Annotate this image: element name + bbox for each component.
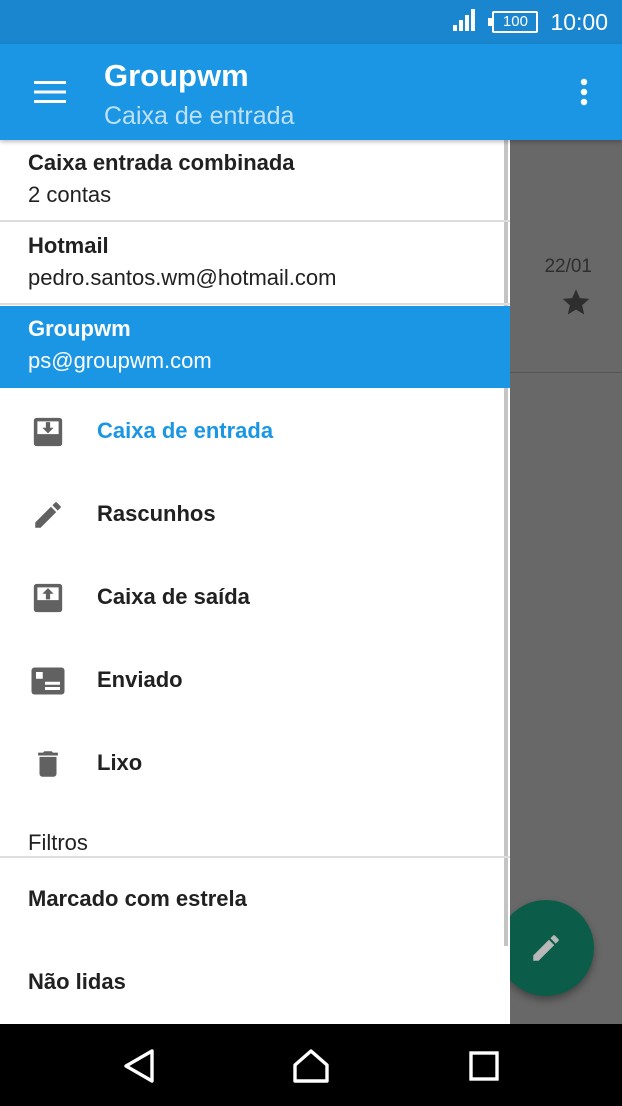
trash-icon	[30, 746, 66, 782]
hamburger-menu-button[interactable]	[22, 70, 78, 114]
folder-label: Enviado	[97, 667, 183, 692]
account-detail: ps@groupwm.com	[28, 348, 212, 373]
home-icon	[293, 1049, 329, 1083]
account-hotmail[interactable]: Hotmail pedro.santos.wm@hotmail.com	[0, 223, 510, 305]
recents-icon	[469, 1051, 499, 1081]
account-detail: 2 contas	[28, 182, 112, 207]
back-icon	[124, 1049, 154, 1083]
folder-label: Caixa de saída	[97, 584, 250, 609]
account-detail: pedro.santos.wm@hotmail.com	[28, 265, 337, 290]
overflow-menu-button[interactable]	[568, 72, 600, 112]
message-divider	[510, 372, 622, 373]
folder-label: Lixo	[97, 750, 143, 775]
filter-starred[interactable]: Marcado com estrela	[0, 860, 510, 943]
pencil-icon	[533, 935, 559, 961]
home-button[interactable]	[289, 1044, 333, 1088]
folder-inbox[interactable]: Caixa de entrada	[0, 390, 510, 473]
folder-drafts[interactable]: Rascunhos	[0, 473, 510, 556]
system-nav-bar	[0, 1024, 622, 1106]
recents-button[interactable]	[462, 1044, 506, 1088]
compose-fab-button[interactable]	[498, 900, 594, 996]
inbox-icon	[30, 414, 66, 450]
filters-divider	[0, 856, 510, 858]
folder-trash[interactable]: Lixo	[0, 722, 510, 805]
account-name: Hotmail	[28, 233, 109, 258]
status-bar: 100 10:00	[0, 0, 622, 44]
folder-sent[interactable]: Enviado	[0, 639, 510, 722]
folder-outbox[interactable]: Caixa de saída	[0, 556, 510, 639]
back-button[interactable]	[117, 1044, 161, 1088]
clock: 10:00	[550, 8, 608, 35]
folder-label: Caixa de entrada	[97, 418, 274, 443]
signal-icon	[452, 8, 480, 37]
pencil-icon	[30, 497, 66, 533]
hamburger-icon	[34, 81, 66, 103]
app-title: Groupwm	[104, 58, 249, 93]
filter-unread[interactable]: Não lidas	[0, 943, 510, 1024]
app-bar: Groupwm Caixa de entrada	[0, 44, 622, 140]
account-combined-inbox[interactable]: Caixa entrada combinada 2 contas	[0, 140, 510, 222]
account-name: Caixa entrada combinada	[28, 150, 295, 175]
message-date: 22/01	[544, 256, 592, 277]
folder-label: Rascunhos	[97, 501, 216, 526]
filters-header: Filtros	[28, 830, 88, 855]
account-groupwm[interactable]: Groupwm ps@groupwm.com	[0, 306, 510, 388]
account-name: Groupwm	[28, 316, 131, 341]
star-icon	[560, 286, 592, 323]
status-indicators: 100 10:00	[452, 0, 608, 44]
more-vert-icon	[580, 78, 588, 106]
filter-label: Não lidas	[28, 969, 126, 994]
outbox-icon	[30, 580, 66, 616]
filter-label: Marcado com estrela	[28, 886, 247, 911]
app-subtitle: Caixa de entrada	[104, 102, 295, 130]
navigation-drawer: Caixa entrada combinada 2 contas Hotmail…	[0, 140, 510, 1024]
sent-icon	[30, 663, 66, 699]
battery-icon: 100	[488, 11, 539, 33]
